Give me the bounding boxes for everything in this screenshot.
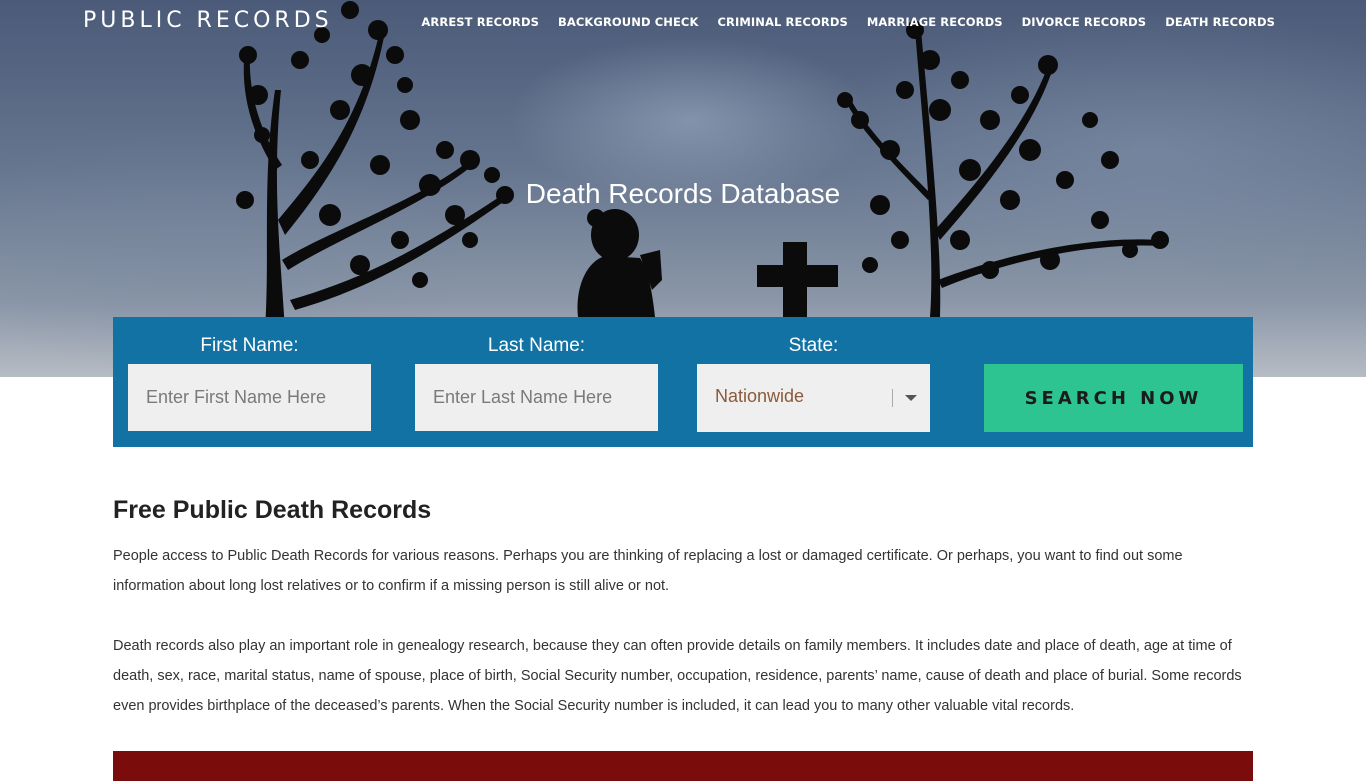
state-select[interactable]: Nationwide bbox=[697, 364, 930, 432]
nav-criminal-records[interactable]: CRIMINAL RECORDS bbox=[718, 14, 848, 30]
details-paragraph: Death records also play an important rol… bbox=[113, 638, 1242, 714]
bottom-banner bbox=[113, 751, 1253, 781]
intro-paragraph: People access to Public Death Records fo… bbox=[113, 548, 1183, 594]
last-name-input[interactable] bbox=[415, 364, 658, 431]
nav-divorce-records[interactable]: DIVORCE RECORDS bbox=[1022, 14, 1147, 30]
section-heading: Free Public Death Records bbox=[113, 496, 432, 524]
search-now-button[interactable]: SEARCH NOW bbox=[984, 364, 1243, 432]
nav-arrest-records[interactable]: ARREST RECORDS bbox=[421, 14, 539, 30]
last-name-label: Last Name: bbox=[487, 335, 586, 356]
main-content: Free Public Death Records People access … bbox=[113, 496, 1253, 721]
chevron-down-icon bbox=[905, 395, 917, 401]
site-logo[interactable]: PUBLIC RECORDS bbox=[83, 8, 333, 33]
first-name-label: First Name: bbox=[200, 335, 299, 356]
first-name-input[interactable] bbox=[128, 364, 371, 431]
state-label: State: bbox=[788, 335, 839, 356]
nav-death-records[interactable]: DEATH RECORDS bbox=[1165, 14, 1275, 30]
main-nav: ARREST RECORDS BACKGROUND CHECK CRIMINAL… bbox=[421, 14, 1275, 30]
state-select-value: Nationwide bbox=[715, 386, 805, 406]
search-panel: First Name: Last Name: State: Nationwide… bbox=[113, 317, 1253, 447]
select-divider bbox=[892, 389, 893, 407]
page-title: Death Records Database bbox=[525, 178, 841, 209]
nav-marriage-records[interactable]: MARRIAGE RECORDS bbox=[867, 14, 1003, 30]
nav-background-check[interactable]: BACKGROUND CHECK bbox=[558, 14, 698, 30]
